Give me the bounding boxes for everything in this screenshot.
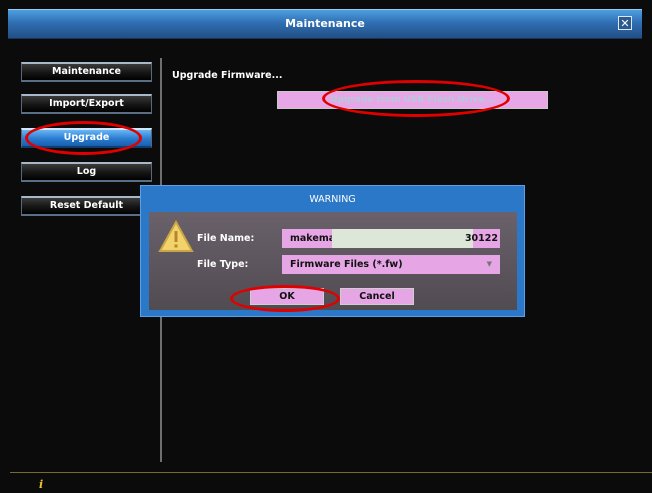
status-divider: [10, 472, 652, 473]
file-name-field[interactable]: makemake_v 30122: [282, 229, 500, 248]
sidebar-item-maintenance[interactable]: Maintenance: [21, 62, 152, 82]
sidebar-item-import-export[interactable]: Import/Export: [21, 94, 152, 114]
chevron-down-icon: ▼: [486, 260, 492, 268]
window-title: Maintenance: [285, 17, 365, 30]
file-name-value-end: 30122: [464, 233, 498, 244]
file-type-label: File Type:: [197, 259, 249, 270]
highlight-ring-usb: [322, 80, 510, 117]
file-type-select[interactable]: Firmware Files (*.fw) ▼: [282, 255, 500, 274]
warning-icon: [158, 220, 194, 252]
file-name-label: File Name:: [197, 233, 255, 244]
sidebar-item-log[interactable]: Log: [21, 162, 152, 182]
window-titlebar: Maintenance ✕: [8, 9, 642, 39]
highlight-ring-ok: [230, 285, 340, 312]
page-title: Upgrade Firmware...: [172, 70, 283, 81]
sidebar-item-reset-default[interactable]: Reset Default: [21, 196, 152, 216]
redacted-region: [332, 229, 473, 248]
highlight-ring-upgrade: [25, 121, 142, 155]
close-icon[interactable]: ✕: [618, 16, 632, 30]
cancel-button[interactable]: Cancel: [340, 288, 414, 305]
file-type-value: Firmware Files (*.fw): [290, 259, 403, 270]
info-icon: i: [39, 478, 44, 491]
dialog-title: WARNING: [309, 194, 356, 205]
